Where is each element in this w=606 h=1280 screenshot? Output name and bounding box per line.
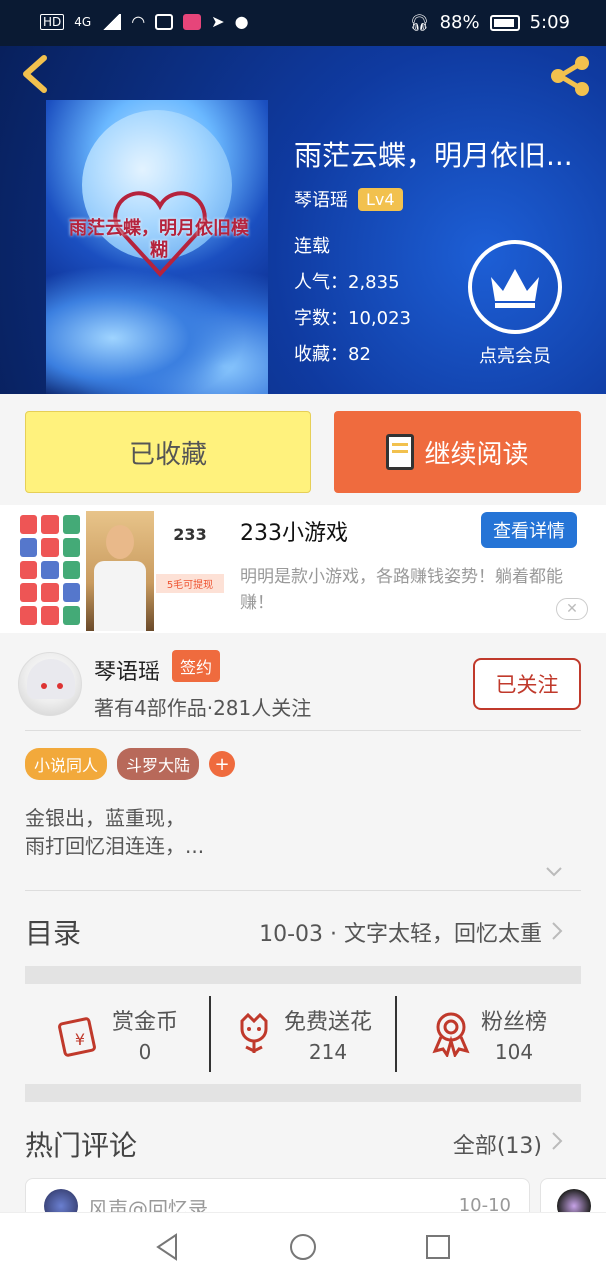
hot-comments-title: 热门评论 [25,1129,138,1162]
medal-icon [432,1012,470,1057]
book-word-count: 字数：10,023 [294,308,411,329]
intro-line: 金银出，蓝重现， [25,806,185,830]
hd-icon: HD [40,13,65,30]
ad-description: 明明是款小游戏，各路赚钱姿势！躺着都能赚！ [240,567,563,613]
book-intro[interactable]: 金银出，蓝重现， 雨打回忆泪连连，... [25,804,204,860]
author-name[interactable]: 琴语瑶 [94,654,160,686]
qq-icon: ● [234,12,249,31]
ad-title: 233小游戏 [240,521,348,546]
headphone-icon: 🎧︎ [409,13,430,32]
divider [25,890,581,891]
stat-name: 赏金币 [111,1010,178,1035]
activity-icon [155,13,174,30]
stat-value: 0 [138,1040,152,1064]
tag-list: 小说同人 斗罗大陆 + [25,748,236,780]
continue-reading-label: 继续阅读 [424,439,529,470]
chevron-right-icon [552,922,563,940]
ad-thumbnail-promo: 233 5毛可提现 [156,511,224,631]
send-flower-button[interactable]: 免费送花 214 [209,996,395,1072]
tag-item[interactable]: 斗罗大陆 [117,748,200,780]
author-section: 琴语瑶 签约 著有4部作品·281人关注 已关注 [0,640,606,732]
battery-percent: 88% [439,12,480,33]
continue-reading-button[interactable]: 继续阅读 [334,411,581,493]
all-comments-link[interactable]: 全部(13) [453,1128,542,1160]
chevron-down-icon[interactable] [544,862,564,882]
app-icon [183,13,202,30]
stat-value: 214 [308,1040,348,1064]
signed-badge: 签约 [172,650,221,682]
toc-row[interactable]: 目录 10-03 · 文字太轻，回忆太重 [0,900,606,962]
divider [25,730,581,731]
level-badge: Lv4 [358,187,403,211]
book-favorites: 收藏：82 [294,344,371,365]
ad-thumbnail-person [86,511,154,631]
clock: 5:09 [529,12,570,33]
stat-name: 免费送花 [283,1010,372,1035]
reward-coins-button[interactable]: ¥ 赏金币 0 [25,996,209,1072]
svg-text:¥: ¥ [75,1030,85,1049]
follow-button[interactable]: 已关注 [473,658,581,710]
book-icon [386,434,415,470]
collected-button[interactable]: 已收藏 [25,411,311,493]
red-envelope-icon: ¥ [58,1017,96,1057]
chevron-right-icon[interactable] [550,1130,564,1152]
ad-banner[interactable]: 233 5毛可提现 233小游戏 查看详情 明明是款小游戏，各路赚钱姿势！躺着都… [0,505,606,633]
ad-thumbnail-apps [16,511,84,629]
book-header: 雨茫云蝶，明月依旧模糊 雨茫云蝶，明月依旧... 琴语瑶 Lv4 连载 人气：2… [0,46,606,394]
section-separator [25,1084,581,1102]
nav-recents-icon[interactable] [422,1231,454,1263]
network-type: 4G [74,14,92,29]
system-nav-bar [0,1212,606,1280]
battery-icon [489,14,520,31]
share-icon[interactable] [548,54,592,98]
flower-icon [240,1012,268,1053]
send-icon: ➤ [211,12,225,31]
book-author-row: 琴语瑶 Lv4 [294,186,403,212]
collected-label: 已收藏 [128,439,207,470]
fan-ranking-button[interactable]: 粉丝榜 104 [395,996,581,1072]
tag-item[interactable]: 小说同人 [25,748,108,780]
vip-button[interactable]: 点亮会员 [466,240,564,368]
ad-close-button[interactable]: ✕ [556,598,588,620]
status-bar: HD 4G ◠ ➤ ● 🎧︎ 88% 5:09 [0,0,606,46]
book-title: 雨茫云蝶，明月依旧... [294,139,573,172]
stat-value: 104 [494,1040,534,1064]
crown-icon [468,240,562,334]
book-cover[interactable]: 雨茫云蝶，明月依旧模糊 [46,100,268,394]
add-tag-button[interactable]: + [209,751,236,777]
nav-back-icon[interactable] [152,1231,184,1263]
book-popularity: 人气：2,835 [294,272,400,293]
author-summary: 著有4部作品·281人关注 [94,696,312,720]
vip-label: 点亮会员 [479,346,551,367]
book-author[interactable]: 琴语瑶 [294,186,348,212]
section-separator [25,966,581,984]
stats-bar: ¥ 赏金币 0 免费送花 214 粉丝榜 104 [25,996,581,1072]
nav-home-icon[interactable] [287,1231,319,1263]
author-avatar[interactable] [18,652,82,716]
signal-icon [101,13,122,30]
back-arrow-icon[interactable] [18,54,54,94]
cover-title-text: 雨茫云蝶，明月依旧模糊 [69,218,249,261]
latest-chapter: 10-03 · 文字太轻，回忆太重 [259,922,542,947]
wifi-icon: ◠ [131,12,146,31]
stat-name: 粉丝榜 [480,1010,547,1035]
intro-line: 雨打回忆泪连连，... [25,834,205,858]
ad-detail-button[interactable]: 查看详情 [481,512,577,548]
toc-label: 目录 [25,917,82,950]
book-status: 连载 [294,236,330,257]
